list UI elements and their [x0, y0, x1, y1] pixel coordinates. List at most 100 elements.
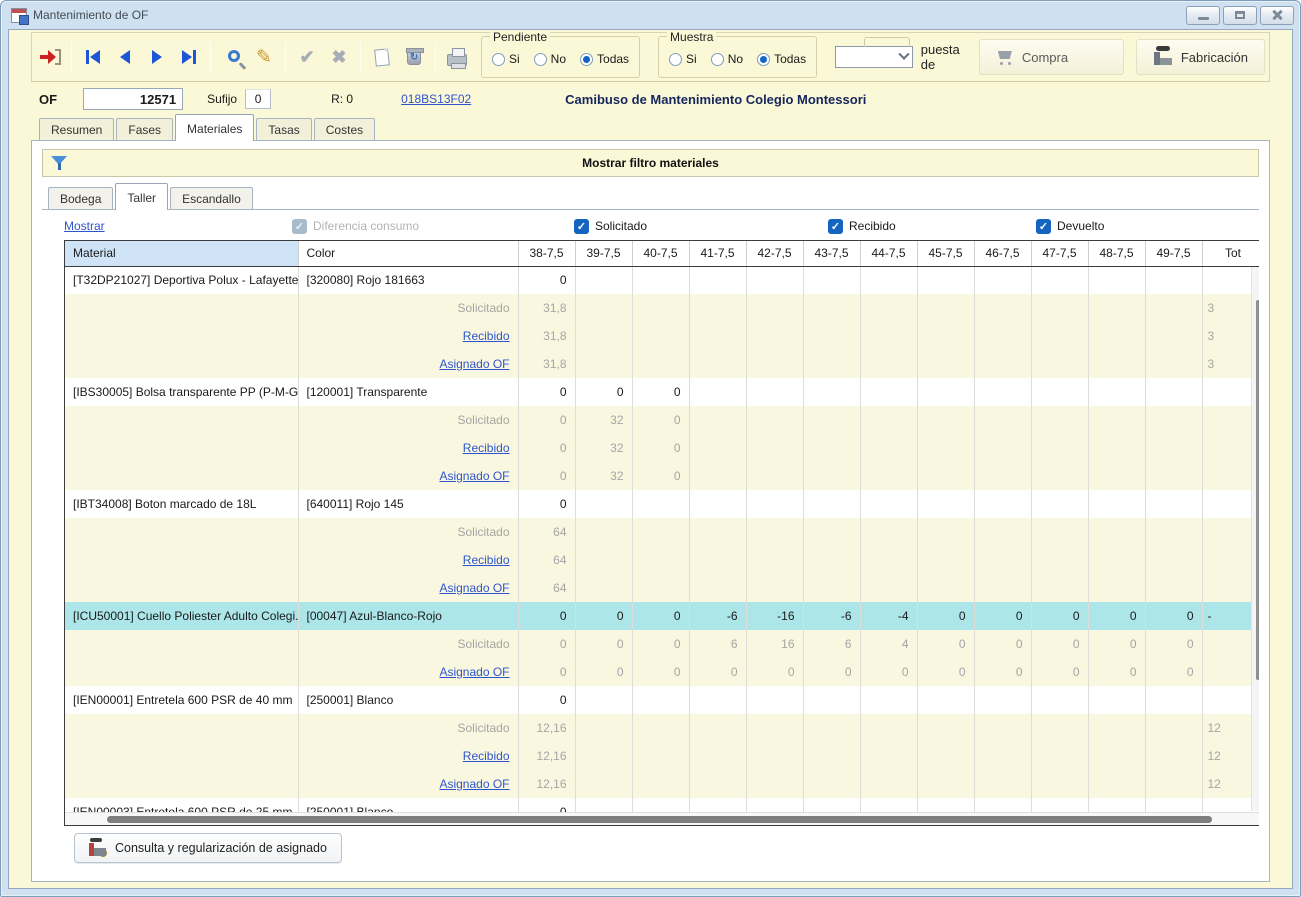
consulta-regularizacion-button[interactable]: Consulta y regularización de asignado [74, 833, 342, 863]
material-subrow[interactable]: Solicitado64 [65, 518, 1259, 546]
subrow-action-link[interactable]: Asignado OF [439, 357, 509, 371]
checkbox-solicitado[interactable]: ✓Solicitado [574, 219, 828, 234]
cell-quantity [1145, 322, 1202, 350]
material-row[interactable]: [ICU50001] Cuello Poliester Adulto Coleg… [65, 602, 1259, 630]
subrow-action-link[interactable]: Recibido [463, 749, 510, 763]
column-header-color[interactable]: Color [298, 241, 518, 266]
horizontal-scrollbar[interactable] [65, 812, 1259, 825]
minimize-button[interactable] [1186, 6, 1220, 25]
propuesta-combobox[interactable] [835, 46, 913, 68]
column-header-size[interactable]: 47-7,5 [1031, 241, 1088, 266]
pendiente-radio-no[interactable]: No [534, 52, 566, 66]
exit-button[interactable] [36, 42, 64, 72]
first-record-button[interactable] [79, 42, 107, 72]
column-header-size[interactable]: 42-7,5 [746, 241, 803, 266]
material-row[interactable]: [IBS30005] Bolsa transparente PP (P-M-G)… [65, 378, 1259, 406]
material-subrow[interactable]: Asignado OF64 [65, 574, 1259, 602]
material-row[interactable]: [IEN00003] Entretela 600 PSR de 25 mm[25… [65, 798, 1259, 812]
cell-quantity [1031, 518, 1088, 546]
reference-link[interactable]: 018BS13F02 [401, 92, 471, 106]
sufijo-field[interactable]: 0 [245, 89, 271, 109]
vertical-scrollbar-thumb[interactable] [1256, 300, 1259, 681]
close-button[interactable] [1260, 6, 1294, 25]
last-record-button[interactable] [175, 42, 203, 72]
print-button[interactable] [443, 42, 471, 72]
search-button[interactable] [218, 42, 246, 72]
materials-filter-bar[interactable]: Mostrar filtro materiales [42, 149, 1259, 177]
compra-button[interactable]: Compra [979, 39, 1124, 75]
column-header-size[interactable]: 38-7,5 [518, 241, 575, 266]
cell-quantity: 64 [518, 546, 575, 574]
cell-quantity [1088, 546, 1145, 574]
material-subrow[interactable]: Asignado OF12,1612 [65, 770, 1259, 798]
material-subrow[interactable]: Solicitado31,83 [65, 294, 1259, 322]
column-header-size[interactable]: 49-7,5 [1145, 241, 1202, 266]
pendiente-radio-si[interactable]: Si [492, 52, 520, 66]
column-header-size[interactable]: 41-7,5 [689, 241, 746, 266]
maximize-button[interactable] [1223, 6, 1257, 25]
material-subrow[interactable]: Recibido0320 [65, 434, 1259, 462]
cell-quantity [689, 378, 746, 406]
fabricacion-button[interactable]: Fabricación [1136, 39, 1265, 75]
subrow-action-link[interactable]: Asignado OF [439, 469, 509, 483]
tab-resumen[interactable]: Resumen [39, 118, 114, 141]
column-header-size[interactable]: 44-7,5 [860, 241, 917, 266]
title-bar[interactable]: Mantenimiento de OF [1, 1, 1300, 29]
column-header-size[interactable]: 43-7,5 [803, 241, 860, 266]
checkbox-recibido[interactable]: ✓Recibido [828, 219, 1036, 234]
subrow-action-link[interactable]: Recibido [463, 329, 510, 343]
subrow-action-link[interactable]: Asignado OF [439, 581, 509, 595]
tab-tasas[interactable]: Tasas [256, 118, 311, 141]
new-record-button[interactable] [368, 42, 396, 72]
edit-button[interactable]: ✎ [250, 42, 278, 72]
checkbox-devuelto[interactable]: ✓Devuelto [1036, 219, 1259, 234]
material-subrow[interactable]: Recibido31,83 [65, 322, 1259, 350]
column-header-size[interactable]: 46-7,5 [974, 241, 1031, 266]
delete-button[interactable] [400, 42, 428, 72]
material-subrow[interactable]: Solicitado0006166400000 [65, 630, 1259, 658]
material-subrow[interactable]: Recibido12,1612 [65, 742, 1259, 770]
cell-quantity [917, 490, 974, 518]
column-header-size[interactable]: 48-7,5 [1088, 241, 1145, 266]
subrow-action-link[interactable]: Recibido [463, 441, 510, 455]
close-icon [1271, 9, 1283, 21]
material-subrow[interactable]: Asignado OF0320 [65, 462, 1259, 490]
tab-costes[interactable]: Costes [314, 118, 375, 141]
of-number-field[interactable]: 12571 [83, 88, 183, 110]
subrow-action-link[interactable]: Recibido [463, 553, 510, 567]
vertical-scrollbar[interactable] [1251, 267, 1259, 811]
tab-materiales[interactable]: Materiales [175, 114, 254, 141]
muestra-radio-no[interactable]: No [711, 52, 743, 66]
column-header-total[interactable]: Tot [1202, 241, 1259, 266]
tab-fases[interactable]: Fases [116, 118, 173, 141]
subrow-action-link[interactable]: Asignado OF [439, 665, 509, 679]
column-header-size[interactable]: 39-7,5 [575, 241, 632, 266]
column-header-material[interactable]: Material [65, 241, 298, 266]
material-subrow[interactable]: Asignado OF31,83 [65, 350, 1259, 378]
material-row[interactable]: [IEN00001] Entretela 600 PSR de 40 mm[25… [65, 686, 1259, 714]
subrow-action-link[interactable]: Asignado OF [439, 777, 509, 791]
material-row[interactable]: [IBT34008] Boton marcado de 18L[640011] … [65, 490, 1259, 518]
next-record-button[interactable] [143, 42, 171, 72]
muestra-radio-si[interactable]: Si [669, 52, 697, 66]
column-header-size[interactable]: 40-7,5 [632, 241, 689, 266]
horizontal-scrollbar-thumb[interactable] [107, 816, 1212, 823]
cancel-button[interactable]: ✖ [325, 42, 353, 72]
material-row[interactable]: [T32DP21027] Deportiva Polux - Lafayette… [65, 266, 1259, 294]
material-subrow[interactable]: Recibido 64 [65, 546, 1259, 574]
accept-button[interactable]: ✔ [293, 42, 321, 72]
previous-record-button[interactable] [111, 42, 139, 72]
material-subrow[interactable]: Asignado OF000000000000 [65, 658, 1259, 686]
column-header-size[interactable]: 45-7,5 [917, 241, 974, 266]
mostrar-link[interactable]: Mostrar [64, 219, 292, 233]
muestra-radio-todas[interactable]: Todas [757, 52, 806, 66]
material-subrow[interactable]: Solicitado12,1612 [65, 714, 1259, 742]
material-subrow[interactable]: Solicitado0320 [65, 406, 1259, 434]
toolbar-separator [285, 42, 286, 72]
pendiente-radio-todas[interactable]: Todas [580, 52, 629, 66]
tab-taller[interactable]: Taller [115, 183, 168, 210]
tab-bodega[interactable]: Bodega [48, 187, 113, 210]
tab-escandallo[interactable]: Escandallo [170, 187, 253, 210]
cell-quantity [632, 714, 689, 742]
cell-quantity [746, 322, 803, 350]
